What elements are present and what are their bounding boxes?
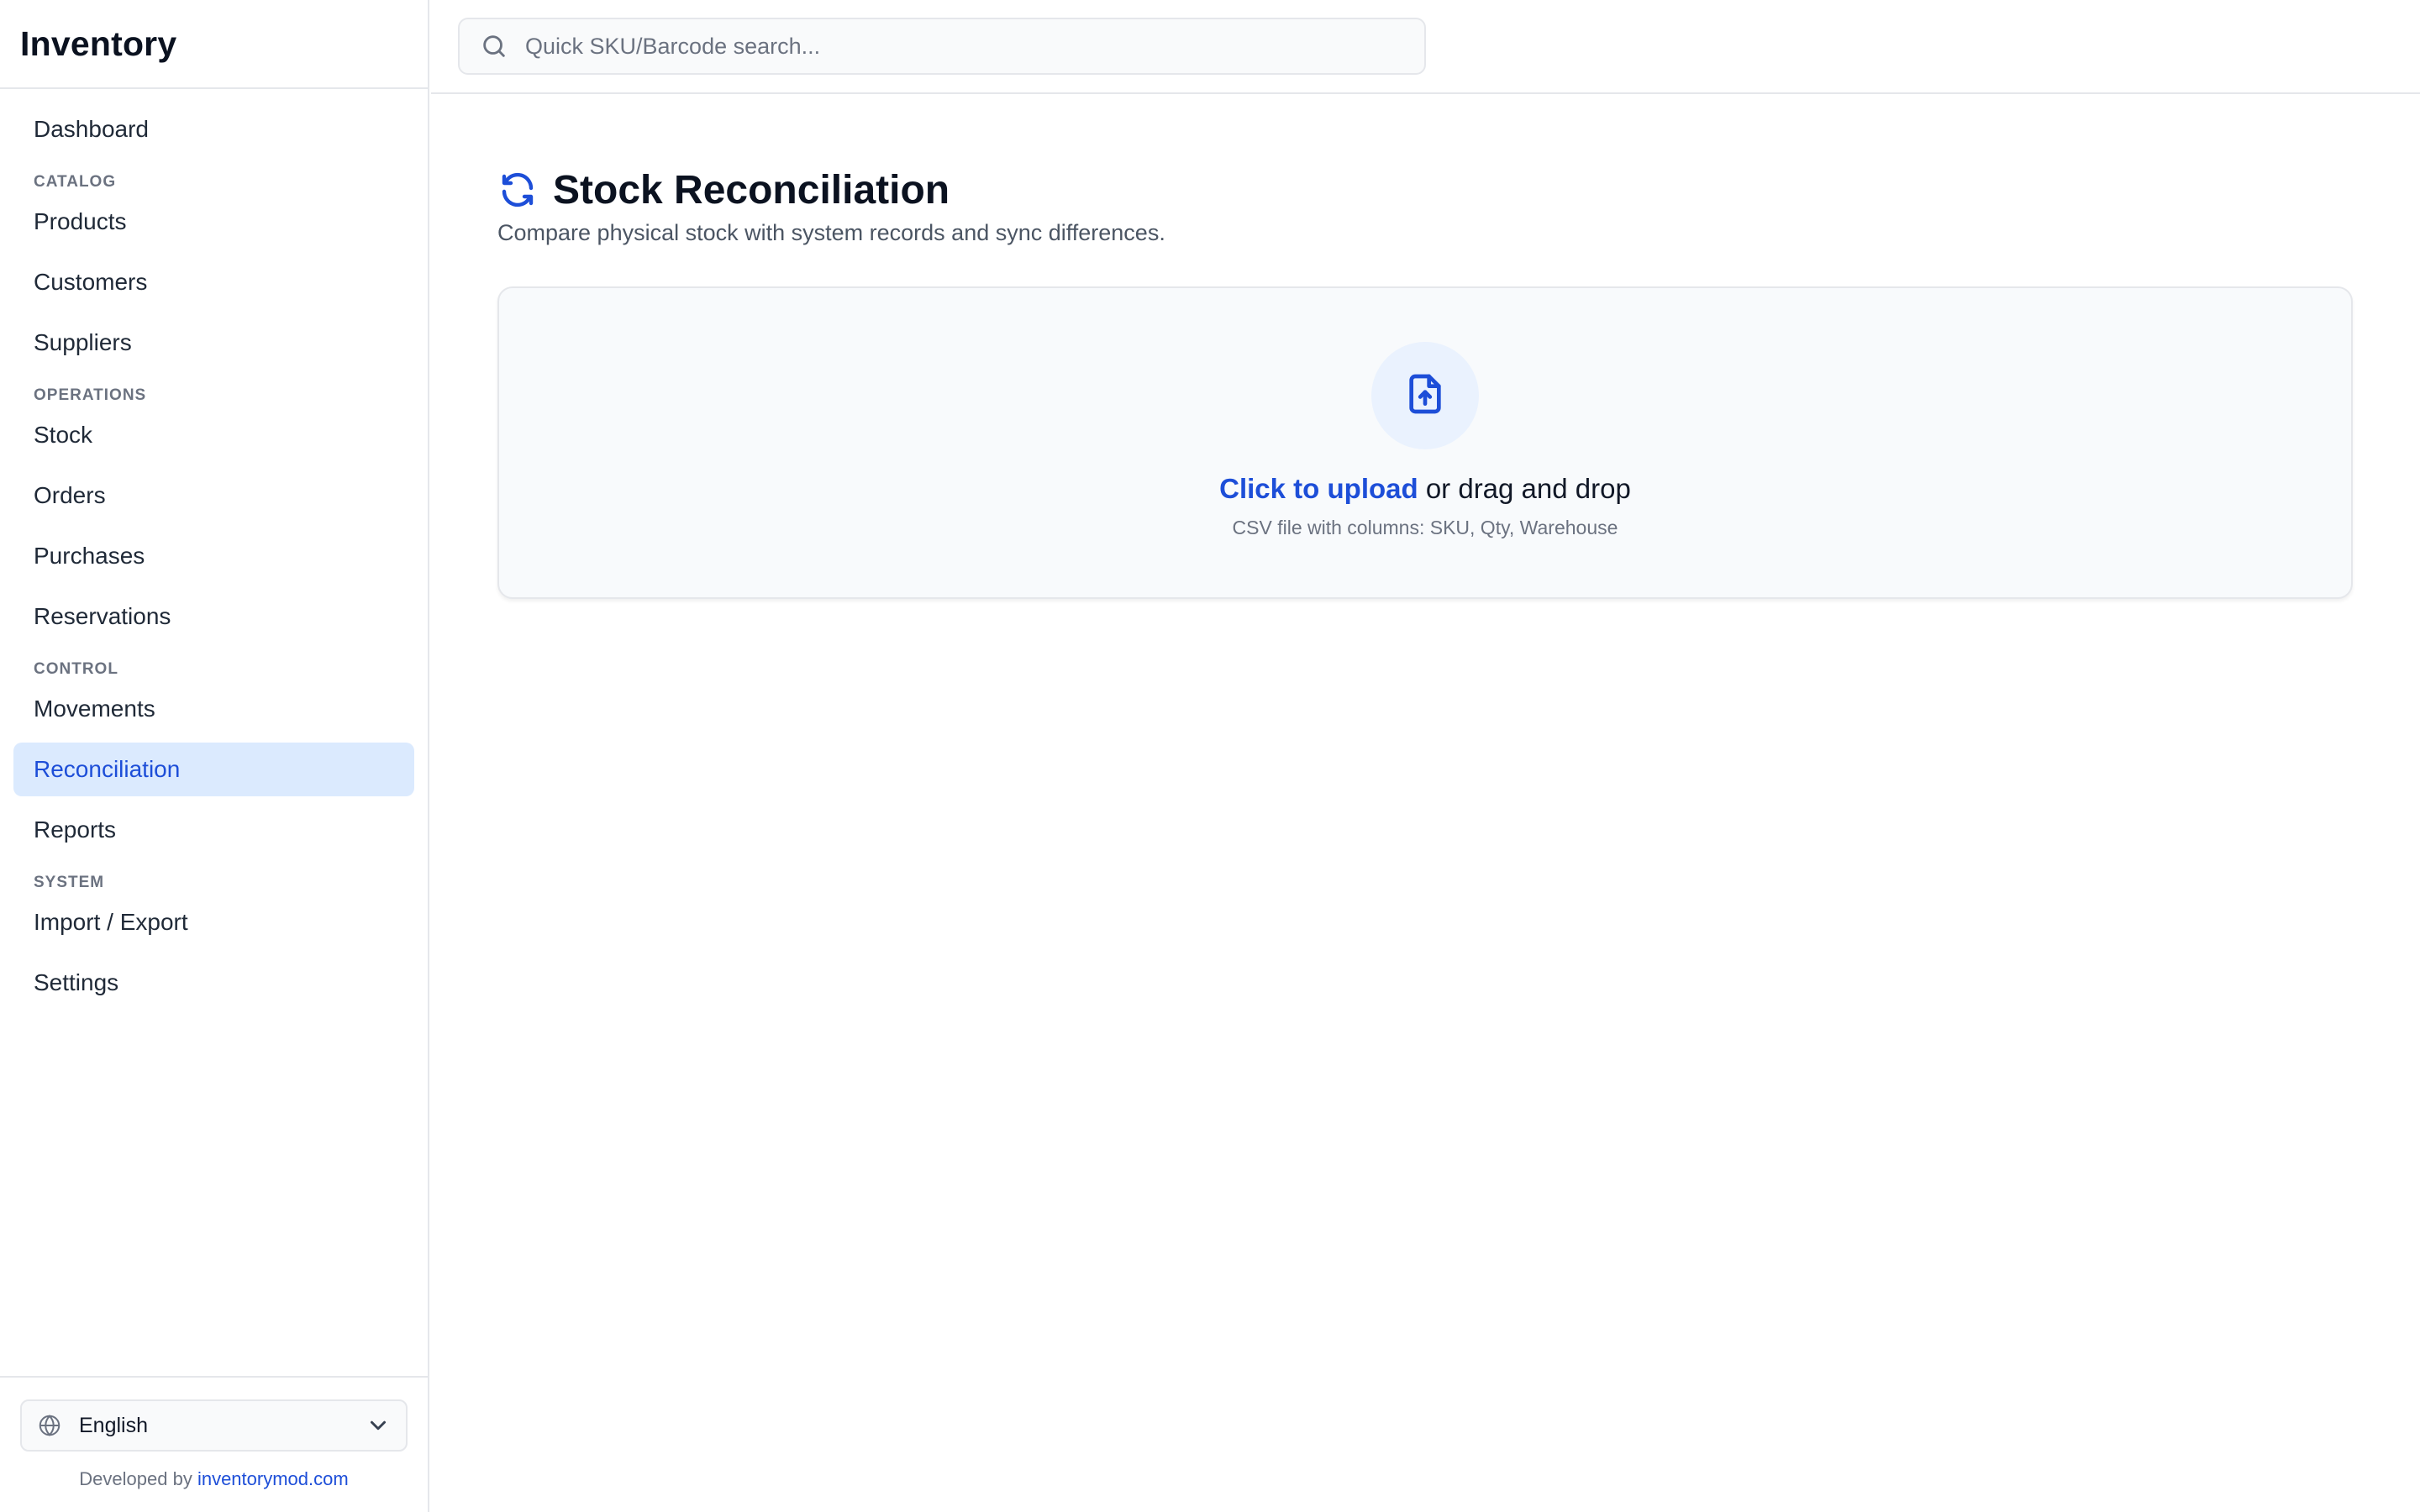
search-bar [458,18,1426,75]
file-upload-icon [1402,370,1449,422]
credit-link[interactable]: inventorymod.com [197,1468,349,1489]
upload-icon-badge [1371,342,1479,449]
page-subtitle: Compare physical stock with system recor… [497,220,1165,245]
sidebar-item-stock[interactable]: Stock [13,408,414,462]
upload-hint: CSV file with columns: SKU, Qty, Warehou… [1232,517,1618,538]
globe-icon [37,1413,62,1438]
credit-prefix: Developed by [79,1468,192,1489]
upload-instruction: Click to upload or drag and drop [1219,473,1631,505]
app-root: Inventory Dashboard CATALOG Products Custom… [0,0,2420,1512]
section-operations: OPERATIONS [34,386,147,404]
sidebar-item-import-export[interactable]: Import / Export [13,895,414,949]
sidebar-item-reconciliation[interactable]: Reconciliation [13,743,414,796]
sidebar: Inventory Dashboard CATALOG Products Custom… [0,0,429,1512]
section-system: SYSTEM [34,874,105,891]
language-select[interactable]: English [20,1399,408,1452]
brand: Inventory [0,0,428,89]
sidebar-item-suppliers[interactable]: Suppliers [13,316,414,370]
page-title: Stock Reconciliation [553,167,950,213]
sidebar-item-reservations[interactable]: Reservations [13,590,414,643]
drag-drop-text: or drag and drop [1425,473,1631,504]
sidebar-item-settings[interactable]: Settings [13,956,414,1010]
language-value: English [79,1413,148,1437]
sidebar-item-customers[interactable]: Customers [13,255,414,309]
sidebar-item-movements[interactable]: Movements [13,682,414,736]
search-icon [480,32,508,60]
section-catalog: CATALOG [34,173,117,191]
app-title: Inventory [20,24,177,63]
developer-credit: Developed by inventorymod.com [20,1468,408,1490]
sidebar-nav: Dashboard CATALOG Products Customers Supplie… [0,89,428,1010]
click-to-upload-link[interactable]: Click to upload [1219,473,1418,504]
section-control: CONTROL [34,660,118,678]
main-content: Stock Reconciliation Compare physical st… [431,96,2420,1512]
sidebar-item-products[interactable]: Products [13,195,414,249]
search-input[interactable] [525,33,1424,60]
sidebar-item-reports[interactable]: Reports [13,803,414,857]
page-header: Stock Reconciliation [497,165,2354,215]
refresh-icon [497,170,538,210]
upload-dropzone[interactable]: Click to upload or drag and drop CSV fil… [497,286,2353,599]
sidebar-footer: English Developed by inventorymod.com [0,1376,428,1512]
chevron-down-icon [366,1413,391,1438]
sidebar-item-purchases[interactable]: Purchases [13,529,414,583]
top-header [431,0,2420,94]
sidebar-item-dashboard[interactable]: Dashboard [13,102,414,156]
sidebar-item-orders[interactable]: Orders [13,469,414,522]
